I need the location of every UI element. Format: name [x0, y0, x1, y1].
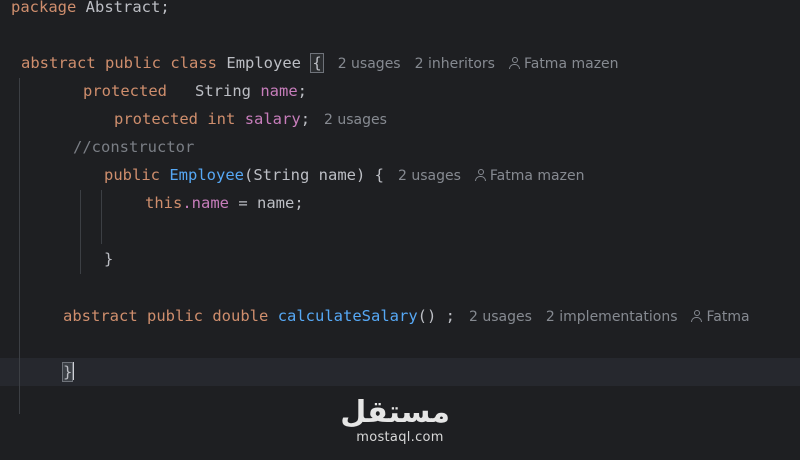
code-editor[interactable]: package Abstract; abstract public class … — [0, 0, 800, 460]
class-name: Employee — [226, 54, 302, 72]
indent-guide-ctor — [80, 190, 81, 274]
author-hint[interactable]: Fatma mazen — [474, 168, 585, 184]
author-hint[interactable]: Fatma mazen — [508, 56, 619, 72]
author-name: Fatma mazen — [523, 56, 619, 72]
watermark-latin: mostaql.com — [356, 430, 444, 445]
keyword-class: class — [170, 54, 218, 72]
keyword-double: double — [212, 307, 269, 325]
usages-hint[interactable]: 2 usages — [324, 112, 387, 128]
code-line-ctor-close[interactable]: } — [104, 245, 113, 273]
person-icon — [474, 169, 486, 181]
matched-brace-close: } — [61, 362, 74, 382]
author-hint[interactable]: Fatma — [691, 309, 750, 325]
field-ref-name: .name — [182, 194, 229, 212]
keyword-protected: protected — [83, 82, 167, 100]
code-line-package[interactable]: package Abstract; — [11, 0, 170, 21]
keyword-abstract: abstract — [21, 54, 96, 72]
author-name: Fatma — [706, 309, 750, 325]
author-name: Fatma mazen — [489, 168, 585, 184]
code-line-assignment[interactable]: this.name = name; — [145, 189, 304, 217]
keyword-protected: protected — [114, 110, 198, 128]
code-line-field-name[interactable]: protected String name; — [83, 77, 307, 105]
keyword-this: this — [145, 194, 183, 212]
method-rest: () ; — [417, 307, 455, 325]
keyword-public: public — [147, 307, 203, 325]
closing-brace: } — [104, 250, 114, 268]
indent-guide-ctor-body — [101, 190, 102, 244]
field-name: name — [260, 82, 298, 100]
keyword-package: package — [11, 0, 77, 16]
code-line-class-decl[interactable]: abstract public class Employee {2 usages… — [21, 49, 619, 77]
comment-constructor: //constructor — [73, 138, 195, 156]
keyword-public: public — [105, 54, 161, 72]
constructor-name: Employee — [169, 166, 244, 184]
inheritors-hint[interactable]: 2 inheritors — [415, 56, 495, 72]
semicolon: ; — [300, 110, 311, 128]
code-line-abstract-method[interactable]: abstract public double calculateSalary()… — [63, 302, 750, 330]
constructor-params: (String name) { — [244, 166, 384, 184]
package-name: Abstract; — [76, 0, 170, 16]
matched-brace-open: { — [310, 53, 324, 73]
person-icon — [508, 57, 520, 69]
type-string: String — [167, 82, 251, 100]
current-line-highlight — [0, 358, 800, 386]
method-name: calculateSalary — [277, 307, 418, 325]
person-icon — [691, 310, 703, 322]
implementations-hint[interactable]: 2 implementations — [546, 309, 678, 325]
watermark-arabic: مستقل — [340, 395, 450, 430]
text-caret — [72, 362, 75, 380]
indent-guide-class — [19, 78, 20, 414]
usages-hint[interactable]: 2 usages — [469, 309, 532, 325]
code-line-comment[interactable]: //constructor — [73, 133, 194, 161]
usages-hint[interactable]: 2 usages — [398, 168, 461, 184]
field-salary: salary — [244, 110, 301, 128]
keyword-abstract: abstract — [63, 307, 138, 325]
keyword-public: public — [104, 166, 160, 184]
watermark-logo: مستقل mostaql.com — [340, 395, 450, 446]
keyword-int: int — [207, 110, 236, 128]
code-line-class-close[interactable]: } — [61, 358, 75, 386]
assignment-rest: = name; — [229, 194, 304, 212]
code-line-field-salary[interactable]: protected int salary; 2 usages — [114, 105, 387, 133]
semicolon: ; — [297, 82, 308, 100]
usages-hint[interactable]: 2 usages — [338, 56, 401, 72]
code-line-constructor[interactable]: public Employee(String name) { 2 usages Fa… — [104, 161, 584, 189]
